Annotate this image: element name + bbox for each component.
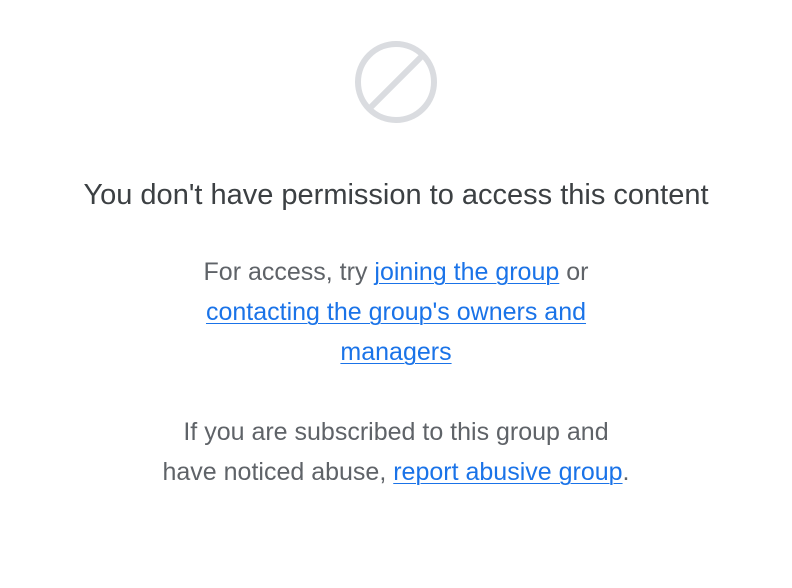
contact-link-line-2[interactable]: managers <box>340 338 451 366</box>
access-line-1: For access, try joining the group or <box>96 252 696 292</box>
access-message: For access, try joining the group or con… <box>96 252 696 372</box>
join-group-link[interactable]: joining the group <box>374 258 559 286</box>
icon-container <box>0 40 792 124</box>
report-abuse-link[interactable]: report abusive group <box>393 458 622 486</box>
abuse-line-1: If you are subscribed to this group and <box>183 418 609 446</box>
abuse-suffix: . <box>622 458 630 486</box>
abuse-line-2: have noticed abuse, report abusive group… <box>96 452 696 492</box>
no-access-icon <box>355 41 437 123</box>
abuse-message: If you are subscribed to this group and … <box>96 412 696 492</box>
page-title: You don't have permission to access this… <box>83 179 709 211</box>
contact-link-line-1[interactable]: contacting the group's owners and <box>206 298 586 326</box>
access-middle: or <box>559 258 589 286</box>
contact-owners-link[interactable]: contacting the group's owners and manager… <box>96 292 696 372</box>
abuse-prefix: have noticed abuse, <box>162 458 394 486</box>
access-prefix: For access, try <box>203 258 375 286</box>
permission-denied-page: You don't have permission to access this… <box>0 0 792 588</box>
